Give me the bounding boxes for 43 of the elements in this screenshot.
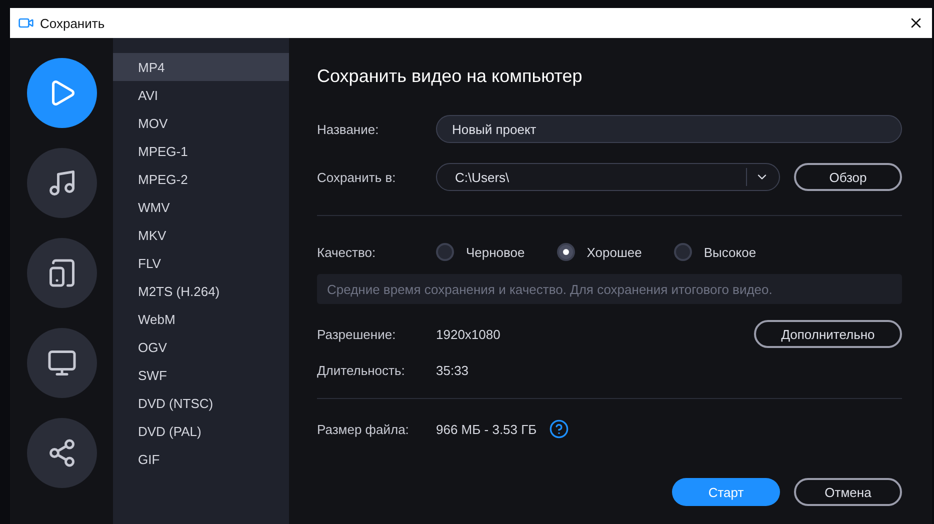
field-label: Качество: — [317, 244, 377, 260]
help-icon[interactable] — [548, 419, 569, 439]
field-label: Сохранить в: — [317, 170, 397, 184]
format-item[interactable]: GIF — [113, 445, 289, 473]
format-item[interactable]: MP4 — [113, 53, 289, 81]
format-item[interactable]: M2TS (H.264) — [113, 277, 289, 305]
format-item[interactable]: WMV — [113, 193, 289, 221]
advanced-button[interactable]: Дополнительно — [754, 320, 902, 348]
radio-button[interactable] — [556, 243, 575, 261]
tablet-phone-icon — [46, 258, 76, 288]
format-item[interactable]: OGV — [113, 333, 289, 361]
duration-value: 35:33 — [436, 362, 469, 378]
field-label: Разрешение: — [317, 326, 397, 342]
name-field[interactable]: Новый проект — [436, 115, 902, 143]
format-item[interactable]: FLV — [113, 249, 289, 277]
format-item[interactable]: WebM — [113, 305, 289, 333]
file-size-value: 966 МБ - 3.53 ГБ — [436, 422, 537, 436]
window-title: Сохранить — [40, 16, 106, 30]
format-item[interactable]: AVI — [113, 81, 289, 109]
radio-label[interactable]: Высокое — [704, 244, 756, 260]
format-item[interactable]: SWF — [113, 361, 289, 389]
field-label: Размер файла: — [317, 422, 410, 436]
quality-hint: Средние время сохранения и качество. Для сохранения итогового видео. — [317, 274, 902, 304]
radio-label[interactable]: Хорошее — [586, 244, 642, 260]
format-item[interactable]: MPEG-2 — [113, 165, 289, 193]
format-item[interactable]: MPEG-1 — [113, 137, 289, 165]
field-label: Длительность: — [317, 362, 406, 378]
monitor-icon — [46, 348, 76, 378]
music-note-icon — [46, 168, 76, 198]
share-icon — [46, 438, 76, 468]
format-item[interactable]: MKV — [113, 221, 289, 249]
cancel-button[interactable]: Отмена — [794, 478, 902, 506]
radio-label[interactable]: Черновое — [466, 244, 525, 260]
radio-button[interactable] — [436, 243, 454, 261]
radio-button[interactable] — [674, 243, 692, 261]
field-label: Название: — [317, 122, 380, 136]
format-item[interactable]: MOV — [113, 109, 289, 137]
panel-heading: Сохранить видео на компьютер — [317, 66, 584, 87]
format-item[interactable]: DVD (PAL) — [113, 417, 289, 445]
format-item[interactable]: DVD (NTSC) — [113, 389, 289, 417]
folder-select[interactable]: C:\Users\ — [436, 163, 780, 191]
resolution-value: 1920x1080 — [436, 326, 500, 342]
browse-button[interactable]: Обзор — [794, 163, 902, 191]
